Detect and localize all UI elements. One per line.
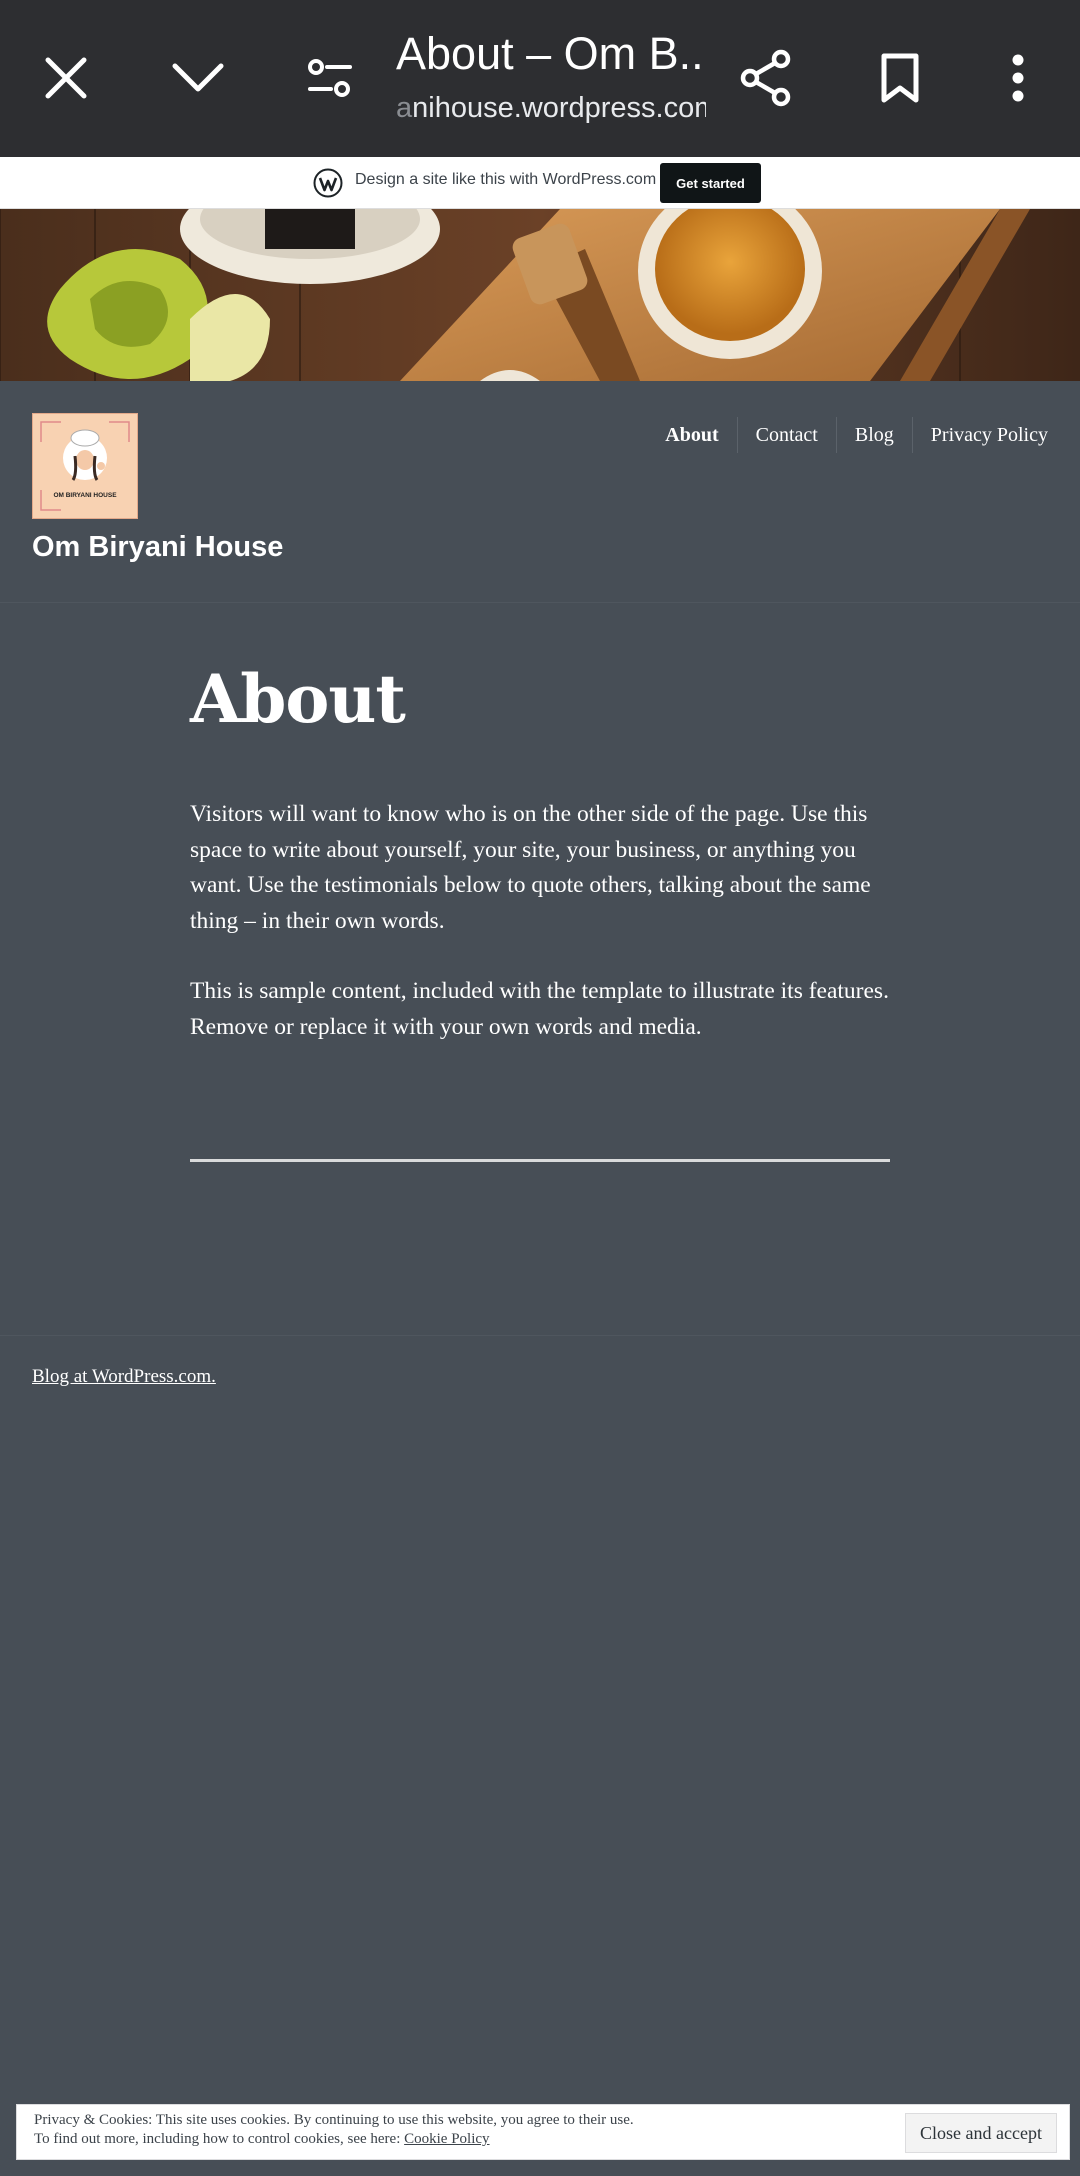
site-title[interactable]: Om Biryani House [32,531,283,564]
chef-logo-icon [40,421,130,511]
logo-text: OM BIRYANI HOUSE [53,492,117,499]
cookie-line-2: To find out more, including how to contr… [34,2131,405,2147]
url-main-text: nihouse.wordpress.com [412,92,706,124]
more-vert-icon[interactable] [990,38,1046,118]
tune-icon[interactable] [302,38,358,118]
url-text[interactable]: anihouse.wordpress.com [396,92,706,125]
close-and-accept-button[interactable]: Close and accept [905,2113,1057,2153]
get-started-button[interactable]: Get started [660,163,761,203]
content-divider [190,1159,890,1162]
cookie-text: Privacy & Cookies: This site uses cookie… [34,2111,854,2149]
content-paragraph: This is sample content, included with th… [190,978,889,1040]
bookmark-icon[interactable] [872,38,928,118]
cookie-banner: Privacy & Cookies: This site uses cookie… [16,2104,1070,2160]
banner-text: Design a site like this with WordPress.c… [355,171,657,188]
content-paragraph: Visitors will want to know who is on the… [190,801,871,934]
site-logo[interactable]: OM BIRYANI HOUSE [32,413,138,519]
browser-toolbar: About – Om B... anihouse.wordpress.com [0,0,1080,157]
main-navigation: About Contact Blog Privacy Policy [647,417,1048,453]
nav-item-blog[interactable]: Blog [835,417,912,453]
nav-item-privacy-policy[interactable]: Privacy Policy [911,417,1048,453]
footer-wordpress-link[interactable]: Blog at WordPress.com. [32,1366,216,1388]
url-faded-text: a [396,92,413,124]
page-tab-title: About – Om B... [396,28,706,79]
close-icon[interactable] [38,38,94,118]
cookie-policy-link[interactable]: Cookie Policy [404,2131,489,2147]
header-image [0,209,1080,381]
share-icon[interactable] [738,38,794,118]
nav-item-contact[interactable]: Contact [736,417,836,453]
wordpress-logo-icon [313,168,343,198]
cookie-line-1: Privacy & Cookies: This site uses cookie… [34,2112,634,2128]
page-title: About [190,660,406,738]
food-photo-image [0,209,1080,381]
wordpress-banner: Design a site like this with WordPress.c… [0,157,1080,209]
site-header: OM BIRYANI HOUSE Om Biryani House About … [0,381,1080,603]
chevron-down-icon[interactable] [170,38,226,118]
footer-divider [0,1335,1080,1336]
nav-item-about[interactable]: About [647,417,736,453]
